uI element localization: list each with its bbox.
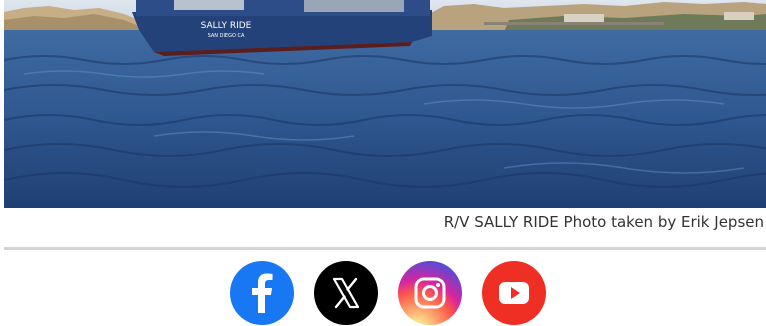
ship-name-text: SALLY RIDE <box>201 21 252 31</box>
youtube-icon <box>499 282 529 304</box>
divider <box>4 247 766 250</box>
social-links <box>230 261 550 325</box>
x-link[interactable] <box>314 261 378 325</box>
instagram-link[interactable] <box>398 261 462 325</box>
photo-caption: R/V SALLY RIDE Photo taken by Erik Jepse… <box>443 213 764 231</box>
facebook-link[interactable] <box>230 261 294 325</box>
facebook-icon <box>252 273 273 313</box>
instagram-icon <box>414 277 446 309</box>
x-icon <box>332 277 360 309</box>
ship-photo: SALLY RIDE SAN DIEGO CA <box>4 0 766 208</box>
ship-port-text: SAN DIEGO CA <box>208 33 245 39</box>
youtube-link[interactable] <box>482 261 546 325</box>
